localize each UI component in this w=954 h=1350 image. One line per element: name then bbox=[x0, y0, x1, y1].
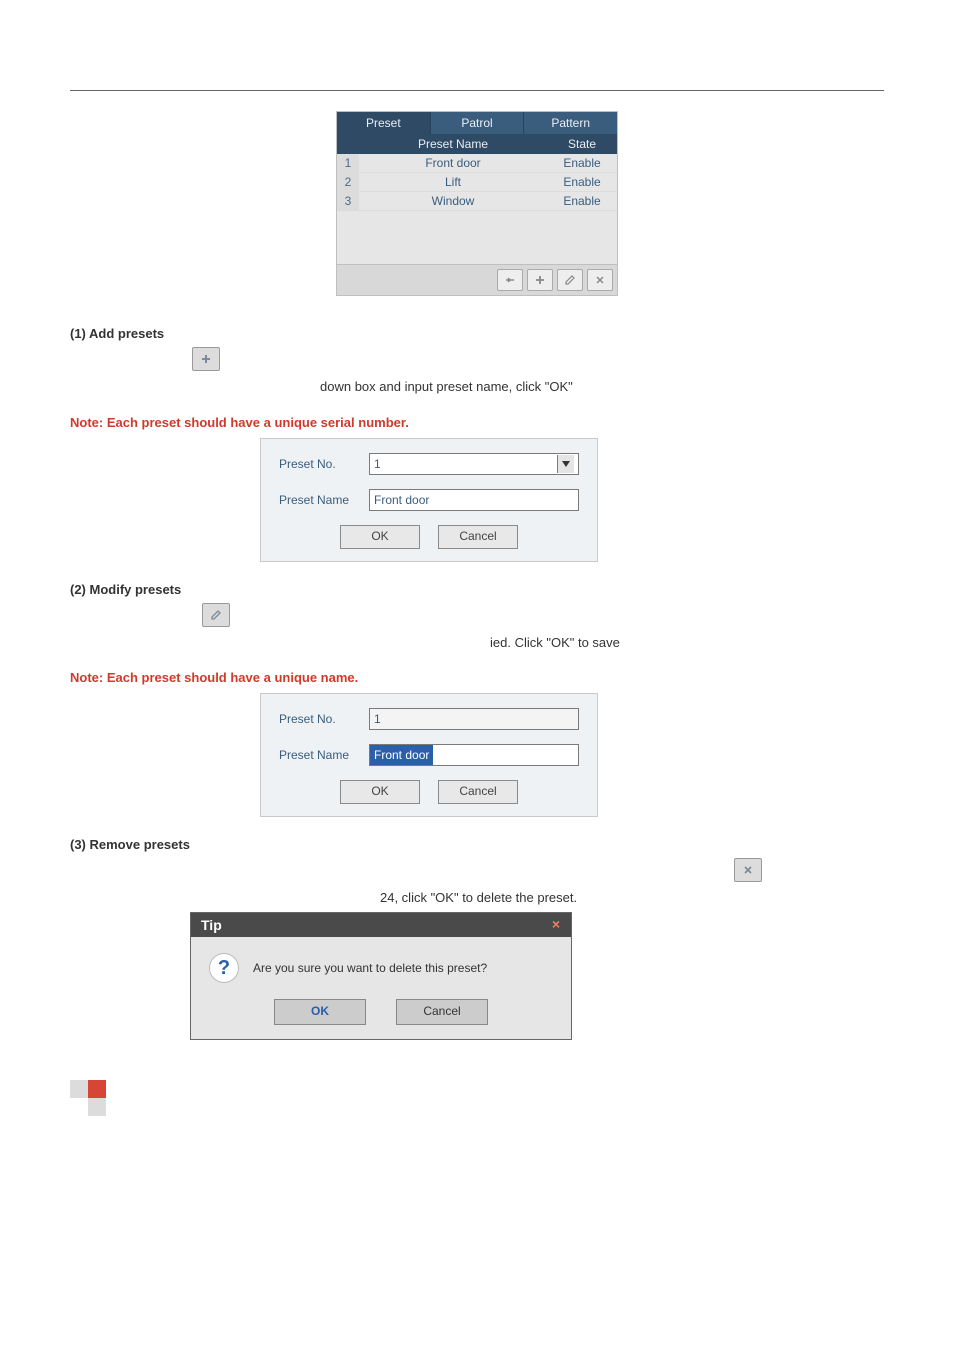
row-name: Lift bbox=[359, 173, 547, 191]
preset-name-input[interactable]: Front door bbox=[369, 744, 579, 766]
preset-no-value: 1 bbox=[374, 709, 381, 729]
preset-no-field[interactable]: 1 bbox=[369, 708, 579, 730]
row-idx: 1 bbox=[337, 154, 359, 172]
close-icon[interactable]: × bbox=[547, 917, 565, 933]
preset-no-label: Preset No. bbox=[279, 457, 369, 471]
table-row[interactable]: 3 Window Enable bbox=[337, 192, 617, 211]
row-idx: 3 bbox=[337, 192, 359, 210]
preset-no-label: Preset No. bbox=[279, 712, 369, 726]
ok-button[interactable]: OK bbox=[274, 999, 366, 1025]
preset-name-label: Preset Name bbox=[279, 493, 369, 507]
call-preset-icon[interactable] bbox=[497, 269, 523, 291]
table-row[interactable]: 2 Lift Enable bbox=[337, 173, 617, 192]
add-presets-text-b: down box and input preset name, click "O… bbox=[320, 377, 884, 397]
cancel-button[interactable]: Cancel bbox=[396, 999, 488, 1025]
preset-name-value-selected: Front door bbox=[370, 745, 433, 765]
col-preset-name: Preset Name bbox=[359, 134, 547, 154]
note-unique-serial: Note: Each preset should have a unique s… bbox=[70, 415, 884, 430]
preset-no-select[interactable]: 1 bbox=[369, 453, 579, 475]
edit-preset-icon[interactable] bbox=[557, 269, 583, 291]
preset-panel: Preset Patrol Pattern Preset Name State … bbox=[336, 111, 618, 296]
row-state: Enable bbox=[547, 173, 617, 191]
row-state: Enable bbox=[547, 192, 617, 210]
preset-no-value: 1 bbox=[374, 454, 381, 474]
remove-presets-text-b: 24, click "OK" to delete the preset. bbox=[380, 888, 884, 908]
tip-message: Are you sure you want to delete this pre… bbox=[253, 961, 487, 975]
cancel-button[interactable]: Cancel bbox=[438, 780, 518, 804]
tip-title-text: Tip bbox=[201, 917, 222, 933]
row-idx: 2 bbox=[337, 173, 359, 191]
row-name: Window bbox=[359, 192, 547, 210]
tab-pattern[interactable]: Pattern bbox=[524, 112, 617, 134]
chevron-down-icon[interactable] bbox=[557, 455, 574, 473]
preset-name-label: Preset Name bbox=[279, 748, 369, 762]
add-icon[interactable] bbox=[192, 347, 220, 371]
tab-preset[interactable]: Preset bbox=[337, 112, 431, 134]
note-unique-name: Note: Each preset should have a unique n… bbox=[70, 670, 884, 685]
preset-name-value: Front door bbox=[374, 490, 429, 510]
question-icon: ? bbox=[209, 953, 239, 983]
delete-confirm-dialog: Tip × ? Are you sure you want to delete … bbox=[190, 912, 572, 1040]
edit-icon[interactable] bbox=[202, 603, 230, 627]
col-state: State bbox=[547, 134, 617, 154]
header-rule bbox=[70, 90, 884, 91]
add-preset-icon[interactable] bbox=[527, 269, 553, 291]
ok-button[interactable]: OK bbox=[340, 780, 420, 804]
cancel-button[interactable]: Cancel bbox=[438, 525, 518, 549]
col-index bbox=[337, 134, 359, 154]
row-state: Enable bbox=[547, 154, 617, 172]
modify-preset-dialog: Preset No. 1 Preset Name Front door OK C… bbox=[260, 693, 598, 817]
delete-preset-icon[interactable] bbox=[587, 269, 613, 291]
tab-patrol[interactable]: Patrol bbox=[431, 112, 525, 134]
section-add-presets-title: (1) Add presets bbox=[70, 326, 884, 341]
section-remove-presets-title: (3) Remove presets bbox=[70, 837, 884, 852]
section-modify-presets-title: (2) Modify presets bbox=[70, 582, 884, 597]
delete-icon[interactable] bbox=[734, 858, 762, 882]
ok-button[interactable]: OK bbox=[340, 525, 420, 549]
preset-name-input[interactable]: Front door bbox=[369, 489, 579, 511]
row-name: Front door bbox=[359, 154, 547, 172]
modify-presets-text-b: ied. Click "OK" to save bbox=[490, 633, 884, 653]
table-row[interactable]: 1 Front door Enable bbox=[337, 154, 617, 173]
footer-logo bbox=[70, 1080, 884, 1116]
add-preset-dialog: Preset No. 1 Preset Name Front door OK C… bbox=[260, 438, 598, 562]
